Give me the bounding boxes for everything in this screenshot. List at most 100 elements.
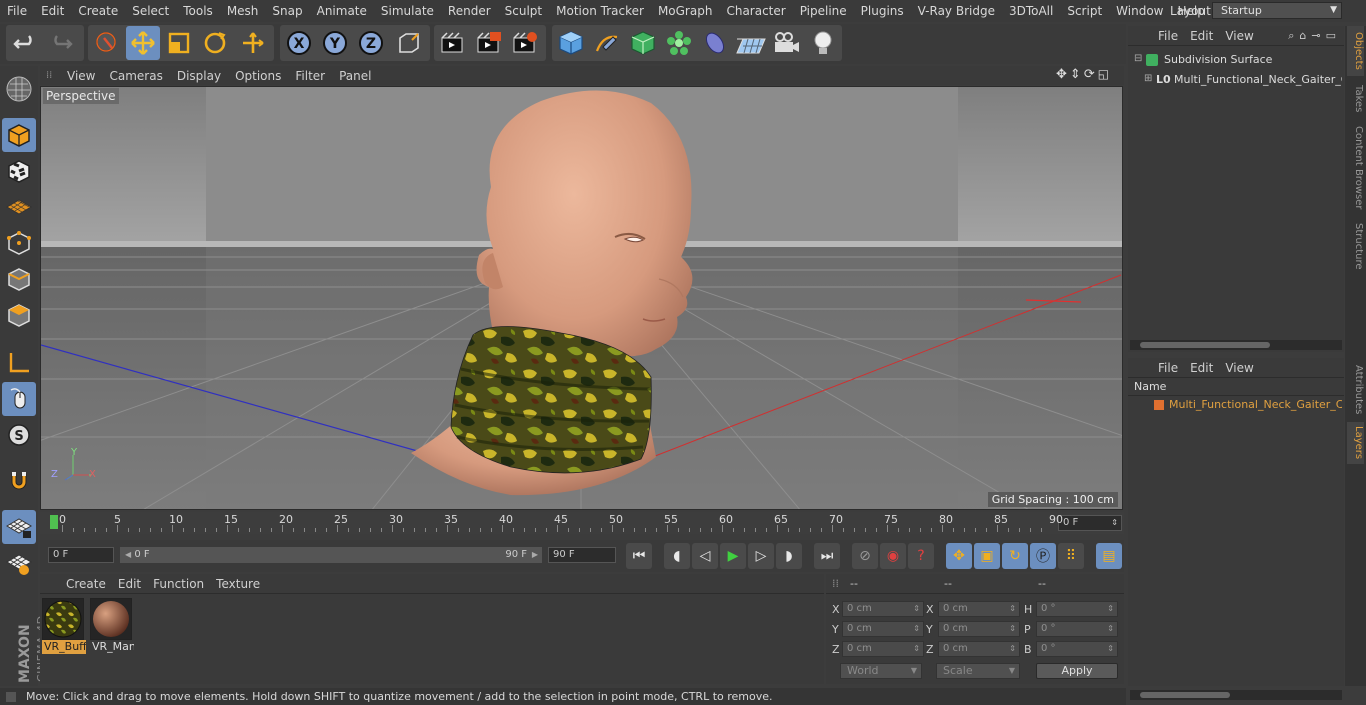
layers-column-header[interactable]: Name (1128, 380, 1344, 396)
menu-plugins[interactable]: Plugins (854, 0, 911, 22)
playhead[interactable] (50, 515, 58, 529)
viewport-menu-cameras[interactable]: Cameras (102, 69, 169, 83)
grid-snap-lock-icon[interactable] (2, 510, 36, 544)
undo-icon[interactable] (8, 26, 42, 60)
material-menu-function[interactable]: Function (147, 577, 210, 591)
coord-value-field[interactable]: 0 cm ⇕ (938, 621, 1020, 637)
menu-file[interactable]: File (0, 0, 34, 22)
coord-value-field[interactable]: 0 ° ⇕ (1036, 621, 1118, 637)
deformer-icon[interactable] (698, 26, 732, 60)
new-window-icon[interactable]: ▭ (1326, 29, 1336, 43)
previous-frame-icon[interactable]: ◁ (692, 543, 718, 569)
z-axis-lock-icon[interactable]: Z (354, 26, 388, 60)
workplane-mode-icon[interactable] (2, 190, 36, 224)
pan-view-icon[interactable]: ✥ (1056, 67, 1067, 82)
light-object-icon[interactable] (806, 26, 840, 60)
menu-create[interactable]: Create (71, 0, 125, 22)
scale-mode-select[interactable]: Scale ▼ (936, 663, 1020, 679)
camera-object-icon[interactable] (770, 26, 804, 60)
coord-value-field[interactable]: 0 cm ⇕ (842, 621, 924, 637)
material-swatch-buff[interactable]: VR_Buff (42, 598, 86, 654)
perspective-viewport[interactable]: Perspective Grid Spacing : 100 cm Y X Z (40, 86, 1123, 510)
viewport-menu-view[interactable]: View (60, 69, 102, 83)
x-axis-lock-icon[interactable]: X (282, 26, 316, 60)
record-scale-icon[interactable]: ▣ (974, 543, 1000, 569)
menu-3dtoall[interactable]: 3DToAll (1002, 0, 1060, 22)
edges-mode-icon[interactable] (2, 262, 36, 296)
spinner-icon[interactable]: ⇕ (1107, 642, 1114, 656)
make-editable-icon[interactable] (2, 72, 36, 106)
layers-menu-file[interactable]: File (1152, 361, 1184, 375)
solo-mode-icon[interactable]: S (2, 418, 36, 452)
tab-attributes[interactable]: Attributes (1347, 360, 1364, 420)
object-row-neck-gaiter[interactable]: ⊞ L0 Multi_Functional_Neck_Gaiter_Camouf… (1144, 72, 1342, 90)
end-frame-field[interactable]: 90 F (548, 547, 616, 563)
layer-row[interactable]: Multi_Functional_Neck_Gaiter_Camouflage (1136, 398, 1342, 414)
spinner-icon[interactable]: ⇕ (1009, 602, 1016, 616)
viewport-menu-filter[interactable]: Filter (288, 69, 332, 83)
tree-expander-icon[interactable]: ⊟ (1134, 53, 1142, 64)
menu-edit[interactable]: Edit (34, 0, 71, 22)
timeline-ruler[interactable]: 0 F ⇕ 0 5 10 15 20 25 30 35 40 45 50 55 60 65 70 75 80 85 9… (40, 512, 1124, 534)
spinner-icon[interactable]: ⇕ (1107, 602, 1114, 616)
coord-value-field[interactable]: 0 cm ⇕ (842, 601, 924, 617)
search-icon[interactable]: ⌕ (1288, 29, 1294, 43)
menu-simulate[interactable]: Simulate (374, 0, 441, 22)
layout-select[interactable]: Startup ▼ (1212, 2, 1342, 19)
polygons-mode-icon[interactable] (2, 298, 36, 332)
coord-value-field[interactable]: 0 ° ⇕ (1036, 601, 1118, 617)
tab-takes[interactable]: Takes (1347, 78, 1364, 120)
objects-hscrollbar[interactable] (1130, 340, 1342, 350)
zoom-view-icon[interactable]: ⇕ (1070, 67, 1081, 82)
spinner-icon[interactable]: ⇕ (1009, 642, 1016, 656)
redo-icon[interactable] (44, 26, 78, 60)
record-disabled-icon[interactable]: ⊘ (852, 543, 878, 569)
keyframe-selection-icon[interactable]: ? (908, 543, 934, 569)
subdivision-surface-icon[interactable] (626, 26, 660, 60)
menu-script[interactable]: Script (1060, 0, 1109, 22)
tab-layers[interactable]: Layers (1347, 422, 1364, 464)
menu-select[interactable]: Select (125, 0, 176, 22)
rotate-tool-icon[interactable] (198, 26, 232, 60)
snapping-icon[interactable] (2, 464, 36, 498)
y-axis-lock-icon[interactable]: Y (318, 26, 352, 60)
coord-value-field[interactable]: 0 cm ⇕ (938, 601, 1020, 617)
coord-value-field[interactable]: 0 ° ⇕ (1036, 641, 1118, 657)
next-key-icon[interactable]: ◗ (776, 543, 802, 569)
texture-mode-icon[interactable] (2, 154, 36, 188)
layers-menu-view[interactable]: View (1219, 361, 1259, 375)
spinner-icon[interactable]: ⇕ (1009, 622, 1016, 636)
points-mode-icon[interactable] (2, 226, 36, 260)
object-row-subdivision[interactable]: ⊟ Subdivision Surface (1134, 52, 1340, 70)
auto-key-icon[interactable]: ◉ (880, 543, 906, 569)
coord-value-field[interactable]: 0 cm ⇕ (842, 641, 924, 657)
play-icon[interactable]: ▶ (720, 543, 746, 569)
spinner-icon[interactable]: ⇕ (1107, 622, 1114, 636)
menu-render[interactable]: Render (441, 0, 498, 22)
menu-sculpt[interactable]: Sculpt (498, 0, 549, 22)
floor-object-icon[interactable] (734, 26, 768, 60)
tweak-mode-icon[interactable] (2, 382, 36, 416)
workplane-lock-icon[interactable] (2, 546, 36, 580)
pen-spline-icon[interactable] (590, 26, 624, 60)
current-frame-field[interactable]: 0 F ⇕ (1058, 515, 1122, 531)
frame-range-slider[interactable]: ◀ 0 F 90 F ▶ (120, 547, 542, 563)
spinner-icon[interactable]: ⇕ (913, 642, 920, 656)
spinner-icon[interactable]: ⇕ (913, 602, 920, 616)
spinner-icon[interactable]: ⇕ (1111, 516, 1118, 530)
record-parameter-icon[interactable]: Ⓟ (1030, 543, 1056, 569)
start-frame-field[interactable]: 0 F (48, 547, 114, 563)
next-frame-icon[interactable]: ▷ (748, 543, 774, 569)
home-icon[interactable]: ⌂ (1299, 29, 1306, 43)
menu-character[interactable]: Character (719, 0, 792, 22)
menu-mograph[interactable]: MoGraph (651, 0, 720, 22)
camera-label[interactable]: Perspective (43, 88, 119, 104)
go-to-start-icon[interactable]: ⏮ (626, 543, 652, 569)
apply-button[interactable]: Apply (1036, 663, 1118, 679)
coord-value-field[interactable]: 0 cm ⇕ (938, 641, 1020, 657)
tree-expander-icon[interactable]: ⊞ (1144, 73, 1152, 84)
transform-tool-icon[interactable] (236, 26, 270, 60)
render-to-picture-viewer-icon[interactable] (472, 26, 506, 60)
tab-objects[interactable]: Objects (1347, 26, 1364, 76)
menu-motion-tracker[interactable]: Motion Tracker (549, 0, 651, 22)
